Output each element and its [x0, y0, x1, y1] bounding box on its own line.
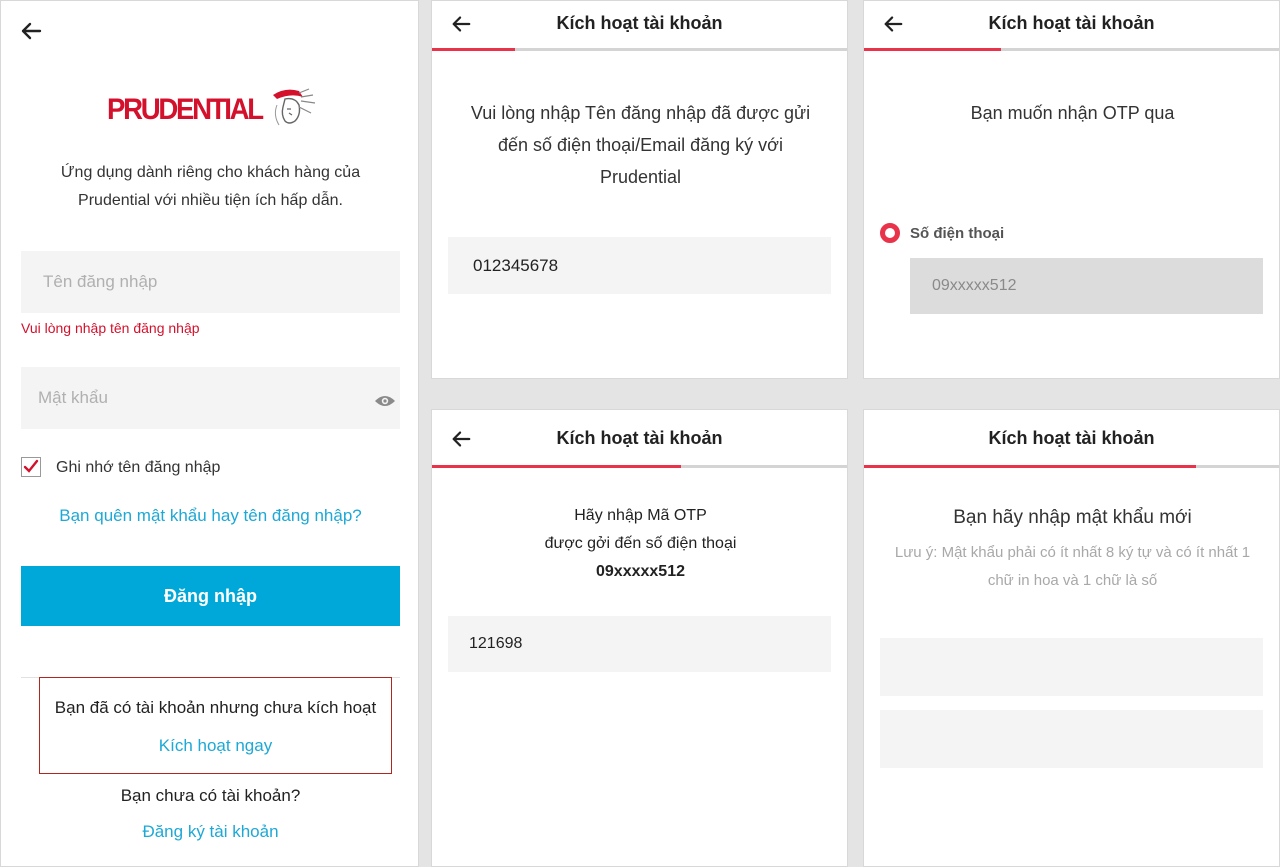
intro-line-2: Prudential với nhiều tiện ích hấp dẫn.: [78, 192, 343, 209]
progress-bar-fill: [864, 48, 1001, 51]
progress-bar: [432, 48, 847, 51]
password-placeholder: Mật khẩu: [38, 388, 108, 407]
otp-instruction: Hãy nhập Mã OTP được gởi đến số điện tho…: [432, 502, 849, 586]
username-input[interactable]: Tên đăng nhập: [21, 251, 400, 313]
instruction-text: Vui lòng nhập Tên đăng nhập đã được gửi …: [452, 97, 829, 193]
otp-instruction-line-1: Hãy nhập Mã OTP: [574, 507, 707, 524]
progress-bar: [864, 48, 1279, 51]
progress-bar: [864, 465, 1279, 468]
lady-head-logo-icon: [273, 88, 316, 126]
password-input[interactable]: Mật khẩu: [21, 367, 400, 429]
username-input[interactable]: 012345678: [448, 237, 831, 294]
page-title: Kích hoạt tài khoản: [556, 13, 723, 33]
new-password-input[interactable]: [880, 638, 1263, 696]
otp-question: Bạn muốn nhận OTP qua: [970, 103, 1175, 123]
activate-step-otp-method: Kích hoạt tài khoản Bạn muốn nhận OTP qu…: [863, 0, 1280, 379]
activate-account-highlight: Bạn đã có tài khoản nhưng chưa kích hoạt…: [39, 677, 392, 774]
intro-line-1: Ứng dụng dành riêng cho khách hàng của: [60, 164, 361, 181]
instruction-line-3: Prudential: [599, 167, 682, 187]
activate-step-otp: Kích hoạt tài khoản Hãy nhập Mã OTP được…: [431, 409, 848, 867]
remember-label: Ghi nhớ tên đăng nhập: [56, 459, 221, 476]
activate-step-username: Kích hoạt tài khoản Vui lòng nhập Tên đă…: [431, 0, 848, 379]
login-screen: PRUDENTIAL Ứng dụng dành riêng cho khách…: [0, 0, 419, 867]
progress-bar-fill: [432, 465, 681, 468]
instruction-line-2: đến số điện thoại/Email đăng ký với: [498, 135, 783, 155]
logo-wordmark: PRUDENTIAL: [107, 93, 264, 126]
otp-instruction-line-2: được gởi đến số điện thoại: [544, 535, 737, 552]
forgot-password-link[interactable]: Bạn quên mật khẩu hay tên đăng nhập?: [21, 506, 400, 526]
remember-checkbox[interactable]: [21, 457, 41, 477]
prudential-logo: PRUDENTIAL: [107, 85, 317, 135]
password-heading: Bạn hãy nhập mật khẩu mới: [953, 507, 1192, 528]
note-line-1: Lưu ý: Mật khẩu phải có ít nhất 8 ký tự …: [894, 544, 1251, 561]
not-activated-text: Bạn đã có tài khoản nhưng chưa kích hoạt: [54, 698, 377, 717]
phone-number-display: 09xxxxx512: [910, 258, 1263, 314]
instruction-line-1: Vui lòng nhập Tên đăng nhập đã được gửi: [470, 103, 811, 123]
confirm-password-input[interactable]: [880, 710, 1263, 768]
username-value: 012345678: [473, 255, 559, 275]
note-line-2: chữ in hoa và 1 chữ là số: [987, 572, 1158, 589]
register-link[interactable]: Đăng ký tài khoản: [1, 822, 420, 842]
back-arrow-icon[interactable]: [19, 19, 43, 43]
activate-now-link[interactable]: Kích hoạt ngay: [40, 736, 391, 756]
login-button-label: Đăng nhập: [164, 585, 257, 606]
checkmark-icon: [23, 459, 39, 473]
phone-option-label: Số điện thoại: [910, 225, 1005, 242]
page-title: Kích hoạt tài khoản: [988, 13, 1155, 33]
page-title: Kích hoạt tài khoản: [556, 428, 723, 448]
activate-step-password: Kích hoạt tài khoản Bạn hãy nhập mật khẩ…: [863, 409, 1280, 867]
password-rule-note: Lưu ý: Mật khẩu phải có ít nhất 8 ký tự …: [880, 539, 1265, 595]
phone-radio-button[interactable]: [880, 223, 900, 243]
progress-bar: [432, 465, 847, 468]
username-placeholder: Tên đăng nhập: [43, 272, 158, 291]
username-error-message: Vui lòng nhập tên đăng nhập: [21, 320, 200, 336]
otp-value: 121698: [469, 635, 523, 652]
no-account-text: Bạn chưa có tài khoản?: [120, 786, 301, 805]
otp-phone-number: 09xxxxx512: [596, 563, 685, 580]
progress-bar-fill: [864, 465, 1196, 468]
progress-bar-fill: [432, 48, 515, 51]
login-button[interactable]: Đăng nhập: [21, 566, 400, 626]
page-title: Kích hoạt tài khoản: [988, 428, 1155, 448]
show-password-eye-icon[interactable]: [374, 393, 396, 413]
otp-input[interactable]: 121698: [448, 616, 831, 672]
intro-text: Ứng dụng dành riêng cho khách hàng của P…: [21, 159, 400, 215]
phone-masked-value: 09xxxxx512: [932, 277, 1017, 294]
